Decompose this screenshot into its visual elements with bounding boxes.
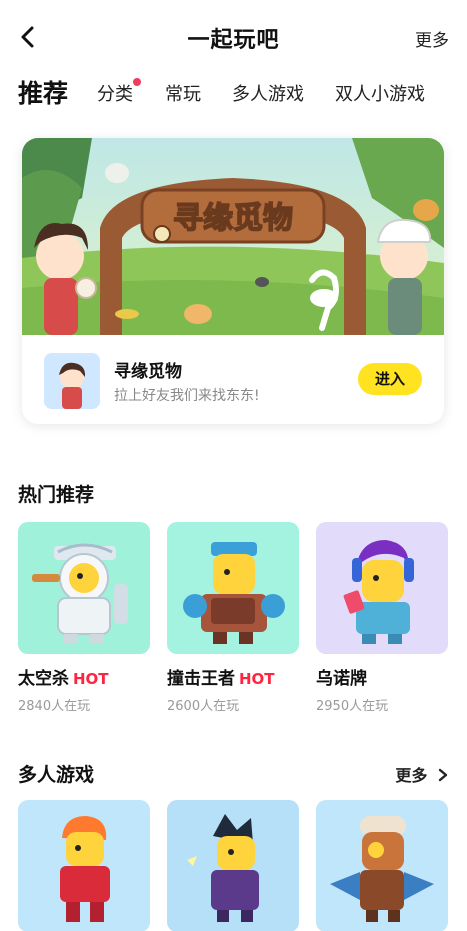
tab-two-player[interactable]: 双人小游戏 <box>335 80 425 106</box>
game-art-uno <box>316 522 448 654</box>
game-card-space-kill[interactable]: 太空杀 HOT 2840人在玩 <box>18 522 150 714</box>
game-name: 乌诺牌 <box>316 669 367 689</box>
page-title: 一起玩吧 <box>187 28 280 53</box>
game-name: 太空杀 HOT <box>18 669 109 689</box>
more-link[interactable]: 更多 <box>415 26 449 51</box>
multiplayer-game-art-1 <box>18 800 150 931</box>
multiplayer-game-art-2 <box>167 800 299 931</box>
multiplayer-more-link[interactable]: 更多 <box>395 762 449 786</box>
banner-title-text: 寻缘觅物 <box>173 201 293 236</box>
tab-frequent[interactable]: 常玩 <box>165 80 201 106</box>
player-count: 2600人在玩 <box>167 699 240 714</box>
tab-recommend[interactable]: 推荐 <box>18 74 68 110</box>
featured-game-description: 拉上好友我们来找东东! <box>114 388 260 404</box>
hot-badge: HOT <box>239 670 275 688</box>
multiplayer-section-title: 多人游戏 <box>18 764 95 786</box>
featured-banner[interactable]: 寻缘觅物 <box>22 138 444 335</box>
featured-info-row: 寻缘觅物 拉上好友我们来找东东! 进入 <box>22 335 444 424</box>
game-art-clash-king <box>167 522 299 654</box>
enter-button[interactable]: 进入 <box>358 363 422 395</box>
category-tabs: 推荐 分类 常玩 多人游戏 双人小游戏 <box>0 72 467 114</box>
game-card-clash-king[interactable]: 撞击王者 HOT 2600人在玩 <box>167 522 299 714</box>
tab-category-label: 分类 <box>97 84 133 105</box>
new-badge-dot <box>133 78 141 86</box>
hot-badge: HOT <box>73 670 109 688</box>
tab-multiplayer[interactable]: 多人游戏 <box>232 80 304 106</box>
game-card-uno[interactable]: 乌诺牌 2950人在玩 <box>316 522 448 714</box>
game-art-space-kill <box>18 522 150 654</box>
featured-game-card[interactable]: 寻缘觅物 寻缘觅物 拉上好友我们来找东东! 进入 <box>22 138 444 424</box>
player-count: 2950人在玩 <box>316 699 389 714</box>
more-label: 更多 <box>395 766 428 785</box>
multiplayer-game-card-2[interactable] <box>167 800 299 931</box>
tab-category[interactable]: 分类 <box>97 78 141 106</box>
multiplayer-game-card-3[interactable] <box>316 800 448 931</box>
top-bar: 一起玩吧 更多 <box>0 0 467 72</box>
multiplayer-game-card-1[interactable] <box>18 800 150 931</box>
hot-section-title: 热门推荐 <box>18 484 95 506</box>
featured-game-thumbnail <box>44 353 100 409</box>
featured-game-name: 寻缘觅物 <box>114 362 182 382</box>
chevron-right-icon <box>437 767 449 786</box>
multiplayer-game-art-3 <box>316 800 448 931</box>
player-count: 2840人在玩 <box>18 699 91 714</box>
game-name: 撞击王者 HOT <box>167 669 275 689</box>
